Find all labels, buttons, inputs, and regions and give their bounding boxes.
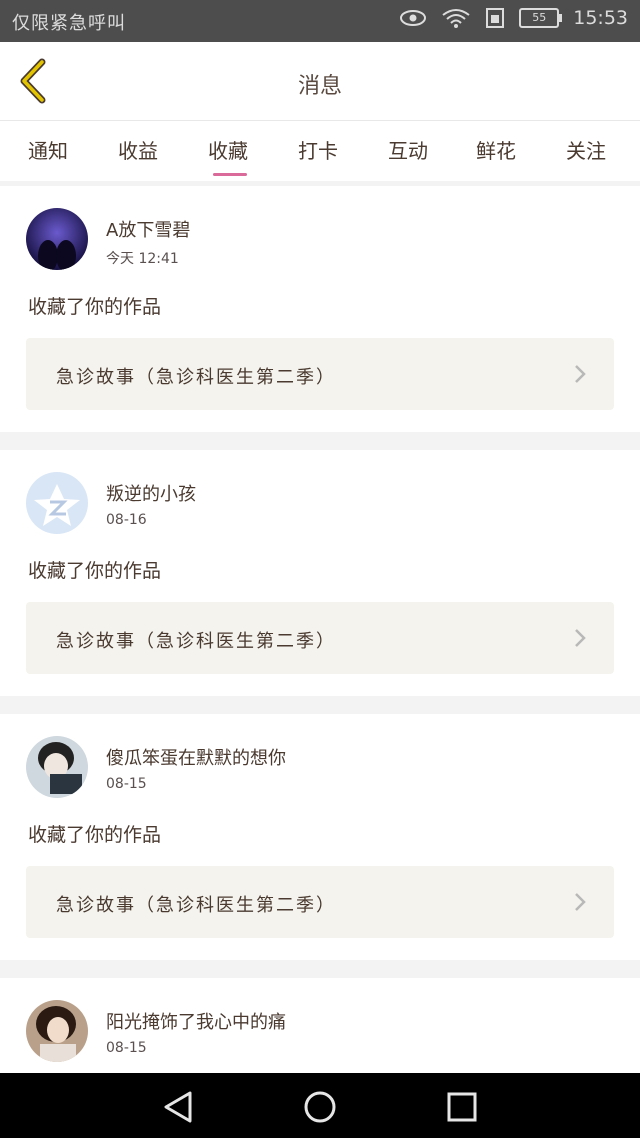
tab-interactions[interactable]: 互动 (388, 135, 428, 164)
user-name[interactable]: 叛逆的小孩 (106, 480, 196, 506)
message-time: 08-16 (106, 512, 147, 528)
avatar[interactable] (26, 736, 88, 798)
work-title: 急诊故事（急诊科医生第二季） (56, 631, 336, 652)
tab-earnings[interactable]: 收益 (118, 135, 158, 164)
avatar[interactable] (26, 472, 88, 534)
sim-icon (486, 8, 505, 28)
avatar[interactable] (26, 1000, 88, 1062)
work-link[interactable]: 急诊故事（急诊科医生第二季） (26, 866, 614, 938)
work-link[interactable]: 急诊故事（急诊科医生第二季） (26, 602, 614, 674)
action-text: 收藏了你的作品 (28, 824, 162, 846)
chevron-right-icon (575, 893, 586, 911)
back-triangle-icon[interactable] (160, 1089, 196, 1125)
message-time: 08-15 (106, 1040, 147, 1056)
message-time: 08-15 (106, 776, 147, 792)
tab-checkin[interactable]: 打卡 (298, 135, 338, 164)
tab-bar: 通知 收益 收藏 打卡 互动 鲜花 关注 (0, 121, 640, 181)
home-circle-icon[interactable] (302, 1089, 338, 1125)
eye-icon (400, 10, 427, 26)
active-tab-indicator (213, 173, 247, 176)
work-link[interactable]: 急诊故事（急诊科医生第二季） (26, 338, 614, 410)
user-name[interactable]: 阳光掩饰了我心中的痛 (106, 1008, 286, 1034)
header: 消息 (0, 42, 640, 121)
user-name[interactable]: A放下雪碧 (106, 216, 190, 242)
system-nav-bar (0, 1073, 640, 1138)
message-time: 今天 12:41 (106, 251, 179, 267)
chevron-right-icon (575, 629, 586, 647)
carrier-text: 仅限紧急呼叫 (12, 13, 126, 34)
status-bar: 仅限紧急呼叫 55 15:53 (0, 0, 640, 42)
wifi-icon (442, 9, 470, 28)
battery-icon: 55 (519, 8, 563, 28)
work-title: 急诊故事（急诊科医生第二季） (56, 895, 336, 916)
tab-favorites[interactable]: 收藏 (208, 135, 248, 164)
page-title: 消息 (297, 74, 342, 99)
action-text: 收藏了你的作品 (28, 296, 162, 318)
recents-square-icon[interactable] (444, 1089, 480, 1125)
user-name[interactable]: 傻瓜笨蛋在默默的想你 (106, 744, 286, 770)
avatar[interactable] (26, 208, 88, 270)
chevron-right-icon (575, 365, 586, 383)
work-title: 急诊故事（急诊科医生第二季） (56, 367, 336, 388)
tab-notifications[interactable]: 通知 (28, 135, 68, 164)
message-card[interactable]: 叛逆的小孩 08-16 收藏了你的作品 急诊故事（急诊科医生第二季） (0, 450, 640, 696)
action-text: 收藏了你的作品 (28, 560, 162, 582)
clock: 15:53 (573, 7, 628, 29)
tab-flowers[interactable]: 鲜花 (476, 135, 516, 164)
status-icons: 55 15:53 (399, 7, 628, 29)
message-card[interactable]: 傻瓜笨蛋在默默的想你 08-15 收藏了你的作品 急诊故事（急诊科医生第二季） (0, 714, 640, 960)
tab-follow[interactable]: 关注 (566, 135, 606, 164)
message-card[interactable]: 阳光掩饰了我心中的痛 08-15 (0, 978, 640, 1073)
message-card[interactable]: A放下雪碧 今天 12:41 收藏了你的作品 急诊故事（急诊科医生第二季） (0, 186, 640, 432)
